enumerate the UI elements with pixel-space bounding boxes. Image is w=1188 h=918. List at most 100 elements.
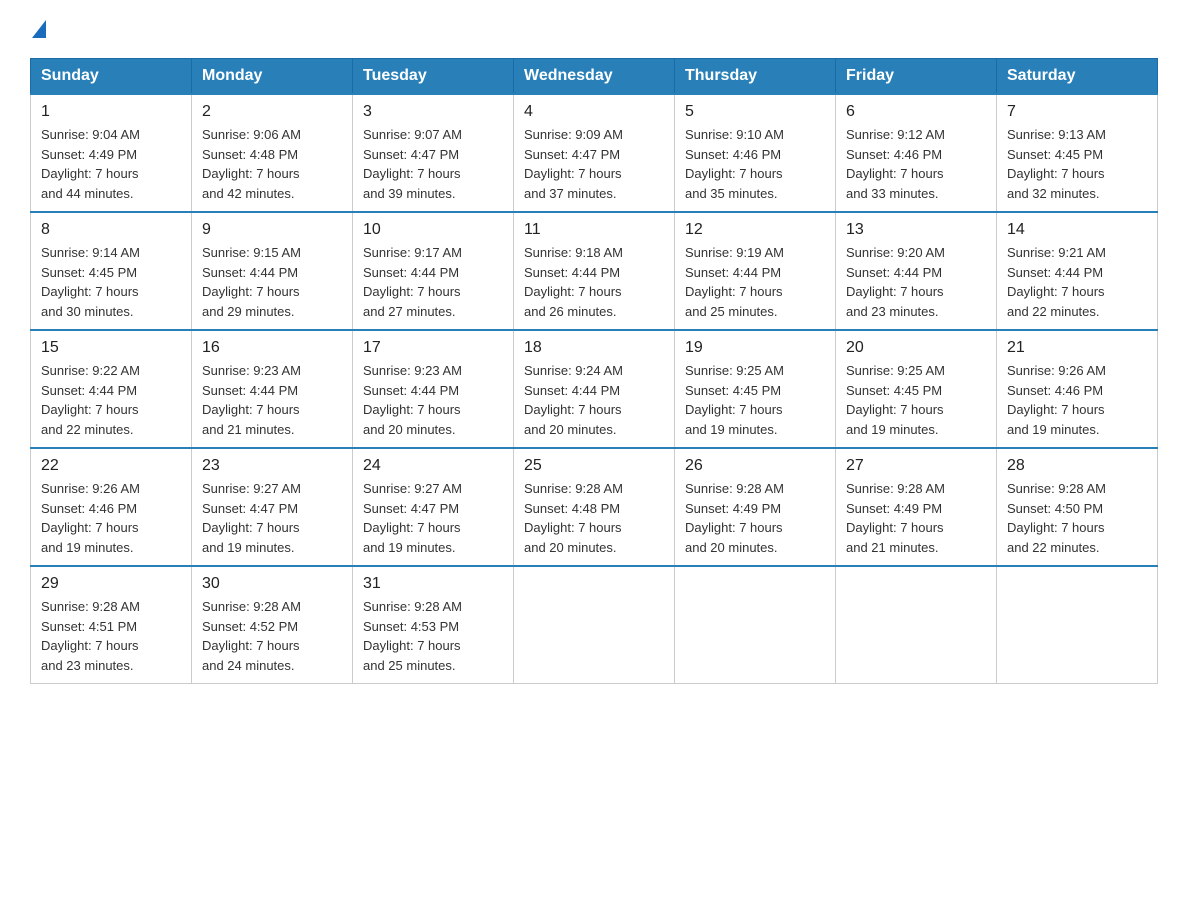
calendar-cell bbox=[997, 566, 1158, 684]
page-header bbox=[30, 20, 1158, 38]
calendar-cell: 3 Sunrise: 9:07 AMSunset: 4:47 PMDayligh… bbox=[353, 94, 514, 212]
day-info: Sunrise: 9:27 AMSunset: 4:47 PMDaylight:… bbox=[202, 481, 301, 555]
day-info: Sunrise: 9:21 AMSunset: 4:44 PMDaylight:… bbox=[1007, 245, 1106, 319]
calendar-cell: 30 Sunrise: 9:28 AMSunset: 4:52 PMDaylig… bbox=[192, 566, 353, 684]
day-info: Sunrise: 9:19 AMSunset: 4:44 PMDaylight:… bbox=[685, 245, 784, 319]
calendar-cell: 29 Sunrise: 9:28 AMSunset: 4:51 PMDaylig… bbox=[31, 566, 192, 684]
calendar-header-row: SundayMondayTuesdayWednesdayThursdayFrid… bbox=[31, 59, 1158, 95]
calendar-cell: 2 Sunrise: 9:06 AMSunset: 4:48 PMDayligh… bbox=[192, 94, 353, 212]
day-number: 8 bbox=[41, 221, 181, 239]
calendar-table: SundayMondayTuesdayWednesdayThursdayFrid… bbox=[30, 58, 1158, 684]
calendar-cell bbox=[675, 566, 836, 684]
logo-triangle-icon bbox=[32, 20, 46, 38]
day-info: Sunrise: 9:28 AMSunset: 4:49 PMDaylight:… bbox=[685, 481, 784, 555]
day-number: 2 bbox=[202, 103, 342, 121]
day-info: Sunrise: 9:28 AMSunset: 4:50 PMDaylight:… bbox=[1007, 481, 1106, 555]
calendar-cell: 21 Sunrise: 9:26 AMSunset: 4:46 PMDaylig… bbox=[997, 330, 1158, 448]
calendar-cell: 25 Sunrise: 9:28 AMSunset: 4:48 PMDaylig… bbox=[514, 448, 675, 566]
day-info: Sunrise: 9:15 AMSunset: 4:44 PMDaylight:… bbox=[202, 245, 301, 319]
day-number: 10 bbox=[363, 221, 503, 239]
day-info: Sunrise: 9:17 AMSunset: 4:44 PMDaylight:… bbox=[363, 245, 462, 319]
calendar-cell: 6 Sunrise: 9:12 AMSunset: 4:46 PMDayligh… bbox=[836, 94, 997, 212]
col-header-wednesday: Wednesday bbox=[514, 59, 675, 95]
calendar-week-row: 15 Sunrise: 9:22 AMSunset: 4:44 PMDaylig… bbox=[31, 330, 1158, 448]
calendar-cell bbox=[836, 566, 997, 684]
day-number: 31 bbox=[363, 575, 503, 593]
day-info: Sunrise: 9:23 AMSunset: 4:44 PMDaylight:… bbox=[363, 363, 462, 437]
calendar-cell: 28 Sunrise: 9:28 AMSunset: 4:50 PMDaylig… bbox=[997, 448, 1158, 566]
calendar-week-row: 1 Sunrise: 9:04 AMSunset: 4:49 PMDayligh… bbox=[31, 94, 1158, 212]
calendar-cell: 24 Sunrise: 9:27 AMSunset: 4:47 PMDaylig… bbox=[353, 448, 514, 566]
calendar-cell: 31 Sunrise: 9:28 AMSunset: 4:53 PMDaylig… bbox=[353, 566, 514, 684]
day-number: 9 bbox=[202, 221, 342, 239]
day-number: 28 bbox=[1007, 457, 1147, 475]
day-info: Sunrise: 9:25 AMSunset: 4:45 PMDaylight:… bbox=[685, 363, 784, 437]
day-info: Sunrise: 9:28 AMSunset: 4:52 PMDaylight:… bbox=[202, 599, 301, 673]
col-header-monday: Monday bbox=[192, 59, 353, 95]
col-header-saturday: Saturday bbox=[997, 59, 1158, 95]
day-number: 3 bbox=[363, 103, 503, 121]
calendar-cell: 11 Sunrise: 9:18 AMSunset: 4:44 PMDaylig… bbox=[514, 212, 675, 330]
day-info: Sunrise: 9:24 AMSunset: 4:44 PMDaylight:… bbox=[524, 363, 623, 437]
day-info: Sunrise: 9:25 AMSunset: 4:45 PMDaylight:… bbox=[846, 363, 945, 437]
calendar-cell: 27 Sunrise: 9:28 AMSunset: 4:49 PMDaylig… bbox=[836, 448, 997, 566]
day-number: 7 bbox=[1007, 103, 1147, 121]
calendar-cell: 13 Sunrise: 9:20 AMSunset: 4:44 PMDaylig… bbox=[836, 212, 997, 330]
calendar-cell: 14 Sunrise: 9:21 AMSunset: 4:44 PMDaylig… bbox=[997, 212, 1158, 330]
day-number: 15 bbox=[41, 339, 181, 357]
day-number: 5 bbox=[685, 103, 825, 121]
day-number: 11 bbox=[524, 221, 664, 239]
day-number: 27 bbox=[846, 457, 986, 475]
day-info: Sunrise: 9:28 AMSunset: 4:51 PMDaylight:… bbox=[41, 599, 140, 673]
day-info: Sunrise: 9:27 AMSunset: 4:47 PMDaylight:… bbox=[363, 481, 462, 555]
day-info: Sunrise: 9:28 AMSunset: 4:53 PMDaylight:… bbox=[363, 599, 462, 673]
day-info: Sunrise: 9:04 AMSunset: 4:49 PMDaylight:… bbox=[41, 127, 140, 201]
day-number: 17 bbox=[363, 339, 503, 357]
day-info: Sunrise: 9:26 AMSunset: 4:46 PMDaylight:… bbox=[1007, 363, 1106, 437]
calendar-week-row: 29 Sunrise: 9:28 AMSunset: 4:51 PMDaylig… bbox=[31, 566, 1158, 684]
day-number: 22 bbox=[41, 457, 181, 475]
calendar-cell: 23 Sunrise: 9:27 AMSunset: 4:47 PMDaylig… bbox=[192, 448, 353, 566]
logo bbox=[30, 20, 46, 38]
calendar-cell: 16 Sunrise: 9:23 AMSunset: 4:44 PMDaylig… bbox=[192, 330, 353, 448]
calendar-cell: 15 Sunrise: 9:22 AMSunset: 4:44 PMDaylig… bbox=[31, 330, 192, 448]
day-number: 23 bbox=[202, 457, 342, 475]
day-info: Sunrise: 9:09 AMSunset: 4:47 PMDaylight:… bbox=[524, 127, 623, 201]
col-header-sunday: Sunday bbox=[31, 59, 192, 95]
day-number: 6 bbox=[846, 103, 986, 121]
day-info: Sunrise: 9:20 AMSunset: 4:44 PMDaylight:… bbox=[846, 245, 945, 319]
calendar-week-row: 22 Sunrise: 9:26 AMSunset: 4:46 PMDaylig… bbox=[31, 448, 1158, 566]
calendar-cell: 4 Sunrise: 9:09 AMSunset: 4:47 PMDayligh… bbox=[514, 94, 675, 212]
day-info: Sunrise: 9:26 AMSunset: 4:46 PMDaylight:… bbox=[41, 481, 140, 555]
day-number: 18 bbox=[524, 339, 664, 357]
day-info: Sunrise: 9:12 AMSunset: 4:46 PMDaylight:… bbox=[846, 127, 945, 201]
calendar-cell: 22 Sunrise: 9:26 AMSunset: 4:46 PMDaylig… bbox=[31, 448, 192, 566]
calendar-cell: 19 Sunrise: 9:25 AMSunset: 4:45 PMDaylig… bbox=[675, 330, 836, 448]
day-number: 1 bbox=[41, 103, 181, 121]
day-info: Sunrise: 9:18 AMSunset: 4:44 PMDaylight:… bbox=[524, 245, 623, 319]
day-number: 20 bbox=[846, 339, 986, 357]
day-number: 25 bbox=[524, 457, 664, 475]
calendar-cell: 9 Sunrise: 9:15 AMSunset: 4:44 PMDayligh… bbox=[192, 212, 353, 330]
day-info: Sunrise: 9:10 AMSunset: 4:46 PMDaylight:… bbox=[685, 127, 784, 201]
day-number: 14 bbox=[1007, 221, 1147, 239]
day-number: 4 bbox=[524, 103, 664, 121]
calendar-week-row: 8 Sunrise: 9:14 AMSunset: 4:45 PMDayligh… bbox=[31, 212, 1158, 330]
day-info: Sunrise: 9:23 AMSunset: 4:44 PMDaylight:… bbox=[202, 363, 301, 437]
day-number: 21 bbox=[1007, 339, 1147, 357]
day-info: Sunrise: 9:06 AMSunset: 4:48 PMDaylight:… bbox=[202, 127, 301, 201]
day-number: 24 bbox=[363, 457, 503, 475]
day-number: 30 bbox=[202, 575, 342, 593]
calendar-cell: 18 Sunrise: 9:24 AMSunset: 4:44 PMDaylig… bbox=[514, 330, 675, 448]
calendar-cell: 5 Sunrise: 9:10 AMSunset: 4:46 PMDayligh… bbox=[675, 94, 836, 212]
day-number: 12 bbox=[685, 221, 825, 239]
day-info: Sunrise: 9:14 AMSunset: 4:45 PMDaylight:… bbox=[41, 245, 140, 319]
day-info: Sunrise: 9:13 AMSunset: 4:45 PMDaylight:… bbox=[1007, 127, 1106, 201]
calendar-cell: 1 Sunrise: 9:04 AMSunset: 4:49 PMDayligh… bbox=[31, 94, 192, 212]
calendar-cell: 26 Sunrise: 9:28 AMSunset: 4:49 PMDaylig… bbox=[675, 448, 836, 566]
day-number: 16 bbox=[202, 339, 342, 357]
calendar-cell: 8 Sunrise: 9:14 AMSunset: 4:45 PMDayligh… bbox=[31, 212, 192, 330]
day-info: Sunrise: 9:22 AMSunset: 4:44 PMDaylight:… bbox=[41, 363, 140, 437]
calendar-cell: 17 Sunrise: 9:23 AMSunset: 4:44 PMDaylig… bbox=[353, 330, 514, 448]
day-number: 13 bbox=[846, 221, 986, 239]
